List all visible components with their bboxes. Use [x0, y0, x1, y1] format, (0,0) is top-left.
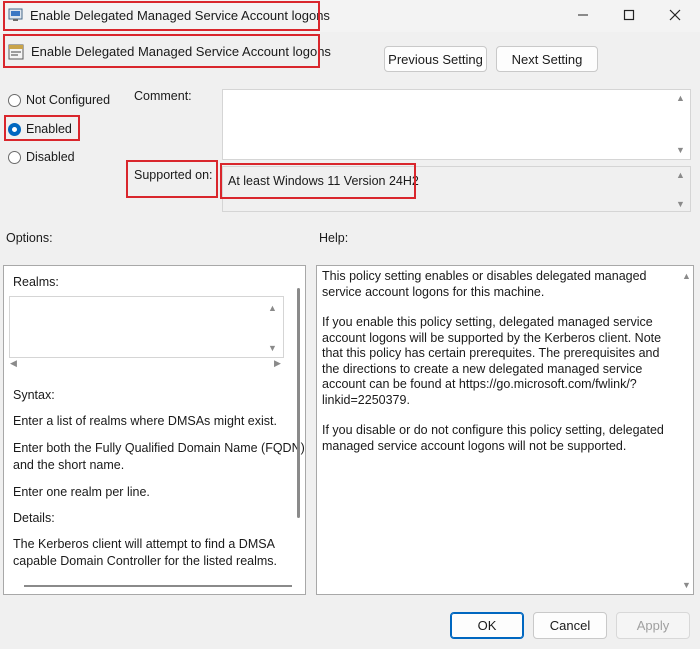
ok-button[interactable]: OK — [450, 612, 524, 639]
previous-setting-button[interactable]: Previous Setting — [384, 46, 487, 72]
comment-label: Comment: — [134, 89, 192, 103]
realms-label: Realms: — [13, 275, 59, 289]
details-label: Details: — [13, 511, 55, 525]
supported-value-highlight-box — [220, 163, 416, 199]
radio-not-configured[interactable]: Not Configured — [8, 93, 110, 107]
options-horizontal-scrollbar[interactable] — [24, 585, 292, 587]
minimize-icon — [578, 14, 588, 16]
help-text: This policy setting enables or disables … — [322, 269, 677, 469]
realms-scroll-up-icon[interactable]: ▲ — [268, 304, 277, 313]
help-panel: This policy setting enables or disables … — [316, 265, 694, 595]
supported-scroll-down-icon[interactable]: ▼ — [676, 200, 685, 209]
help-scroll-down-icon[interactable]: ▼ — [682, 581, 691, 590]
options-text-line: Enter one realm per line. — [13, 485, 150, 499]
help-paragraph: If you enable this policy setting, deleg… — [322, 315, 662, 407]
help-paragraph: If you disable or do not configure this … — [322, 423, 664, 453]
radio-circle[interactable] — [8, 150, 21, 164]
realms-scroll-left-icon[interactable]: ◀ — [10, 359, 17, 368]
syntax-label: Syntax: — [13, 388, 55, 402]
options-text-line: Enter both the Fully Qualified Domain Na… — [13, 441, 305, 455]
options-heading: Options: — [6, 231, 53, 245]
enabled-highlight-box — [4, 115, 80, 141]
apply-button[interactable]: Apply — [616, 612, 690, 639]
next-setting-button[interactable]: Next Setting — [496, 46, 598, 72]
help-scroll-up-icon[interactable]: ▲ — [682, 272, 691, 281]
radio-disabled[interactable]: Disabled — [8, 150, 75, 164]
maximize-button[interactable] — [606, 0, 652, 30]
realms-scroll-down-icon[interactable]: ▼ — [268, 344, 277, 353]
help-heading: Help: — [319, 231, 349, 245]
minimize-button[interactable] — [560, 0, 606, 30]
radio-disabled-label: Disabled — [26, 150, 75, 164]
comment-scroll-down-icon[interactable]: ▼ — [676, 146, 685, 155]
options-text-line: and the short name. — [13, 458, 125, 472]
supported-scroll-up-icon[interactable]: ▲ — [676, 171, 685, 180]
comment-scroll-up-icon[interactable]: ▲ — [676, 94, 685, 103]
help-paragraph: This policy setting enables or disables … — [322, 269, 647, 299]
close-icon — [669, 9, 681, 21]
radio-circle[interactable] — [8, 93, 21, 107]
options-text-line: The Kerberos client will attempt to find… — [13, 537, 275, 551]
comment-field[interactable] — [222, 89, 691, 160]
setting-name-highlight-box — [3, 34, 320, 68]
radio-not-configured-label: Not Configured — [26, 93, 111, 107]
options-panel: Realms: ▲ ▼ ◀ ▶ Syntax: Enter a list of … — [3, 265, 306, 595]
maximize-icon — [623, 9, 635, 21]
supported-label-highlight-box — [126, 160, 218, 198]
options-text-line: capable Domain Controller for the listed… — [13, 554, 278, 568]
options-vertical-scrollbar[interactable] — [297, 288, 300, 518]
cancel-button[interactable]: Cancel — [533, 612, 607, 639]
close-button[interactable] — [652, 0, 698, 30]
realms-input[interactable] — [9, 296, 284, 358]
title-highlight-box — [3, 1, 320, 31]
realms-scroll-right-icon[interactable]: ▶ — [274, 359, 281, 368]
options-text-line: Enter a list of realms where DMSAs might… — [13, 414, 277, 428]
